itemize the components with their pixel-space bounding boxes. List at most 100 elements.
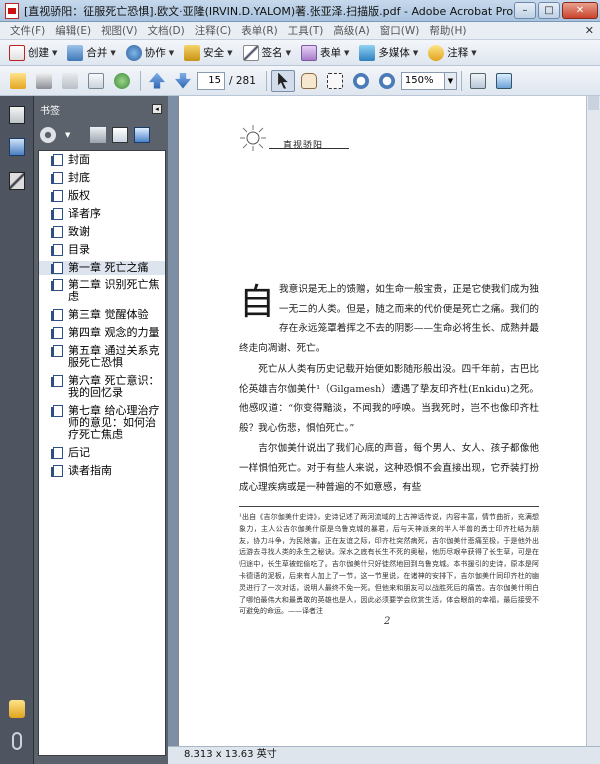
create-pdf-icon [9, 44, 25, 61]
bookmarks-title: 书签 [40, 105, 60, 117]
comments-panel-icon[interactable] [9, 700, 25, 718]
bookmark-item[interactable]: 第二章 识别死亡焦虑 [39, 278, 165, 304]
document-view[interactable]: 直视骄阳 自 我意识是无上的馈赠，如生命一般宝贵，正是它使我们成为独一无二的人类… [168, 96, 600, 764]
bookmark-page-icon [51, 262, 63, 274]
menu-forms[interactable]: 表单(R) [241, 23, 278, 38]
bookmark-item[interactable]: 第四章 观念的力量 [39, 326, 165, 340]
footnote-rule [239, 506, 539, 507]
task-toolbar: 创建 ▼ 合并 ▼ 协作 ▼ 安全 ▼ 签名 ▼ 表单 ▼ 多媒体 ▼ 注释 ▼ [0, 40, 600, 66]
bookmark-item[interactable]: 第五章 通过关系克服死亡恐惧 [39, 344, 165, 370]
bookmarks-panel-icon[interactable] [9, 138, 25, 156]
collaborate-label: 协作 [144, 47, 166, 59]
attachments-paperclip-icon[interactable] [12, 732, 22, 750]
fit-page-icon [469, 72, 486, 89]
upload-button[interactable] [110, 70, 134, 92]
menu-view[interactable]: 视图(V) [101, 23, 137, 38]
signatures-panel-icon[interactable] [9, 172, 25, 190]
bookmark-item[interactable]: 版权 [39, 189, 165, 203]
bookmark-item[interactable]: 目录 [39, 243, 165, 257]
page-number-input[interactable]: 15 [197, 71, 225, 90]
email-button[interactable] [84, 70, 108, 92]
zoom-marquee-button[interactable] [323, 70, 347, 92]
full-screen-button[interactable] [492, 70, 516, 92]
forms-button[interactable]: 表单 ▼ [298, 42, 352, 64]
delete-bookmark-trash-icon[interactable] [90, 127, 107, 143]
document-close-icon[interactable]: ✕ [585, 24, 594, 37]
menu-file[interactable]: 文件(F) [10, 23, 45, 38]
secure-label: 安全 [203, 47, 225, 59]
combine-button[interactable]: 合并 ▼ [64, 42, 118, 64]
options-gear-icon[interactable] [40, 127, 56, 143]
hand-icon [300, 72, 317, 89]
page-total: / 281 [229, 74, 256, 87]
open-button[interactable] [6, 70, 30, 92]
multimedia-button[interactable]: 多媒体 ▼ [356, 42, 421, 64]
menu-edit[interactable]: 编辑(E) [55, 23, 91, 38]
menu-document[interactable]: 文档(D) [147, 23, 184, 38]
globe-icon [114, 72, 130, 89]
lock-icon [184, 44, 201, 61]
window-title: [直视骄阳：征服死亡恐惧].欧文·亚隆(IRVIN.D.YALOM)著.张亚泽.… [24, 4, 514, 18]
zoom-dropdown-chevron-icon[interactable]: ▼ [444, 71, 457, 90]
fit-page-button[interactable] [466, 70, 490, 92]
bookmark-item[interactable]: 第七章 给心理治疗师的意见：如何治疗死亡焦虑 [39, 404, 165, 442]
forms-icon [300, 44, 317, 61]
menu-help[interactable]: 帮助(H) [429, 23, 466, 38]
menu-comments[interactable]: 注释(C) [195, 23, 232, 38]
select-tool-button[interactable] [270, 69, 295, 92]
previous-page-button[interactable] [145, 70, 169, 92]
zoom-out-icon [352, 72, 369, 89]
pages-panel-icon[interactable] [9, 106, 25, 124]
bookmark-item[interactable]: 第三章 觉醒体验 [39, 308, 165, 322]
collapse-panel-button[interactable]: ◂ [152, 104, 162, 114]
menu-tools[interactable]: 工具(T) [288, 23, 324, 38]
bookmark-item[interactable]: 后记 [39, 446, 165, 460]
collaborate-button[interactable]: 协作 ▼ [123, 42, 177, 64]
combine-label: 合并 [86, 47, 108, 59]
zoom-in-button[interactable] [375, 70, 399, 92]
bookmark-item[interactable]: 读者指南 [39, 464, 165, 478]
bookmark-item[interactable]: 封底 [39, 171, 165, 185]
bookmark-page-icon [51, 279, 63, 291]
arrow-up-icon [149, 72, 165, 89]
bookmark-item[interactable]: 译者序 [39, 207, 165, 221]
menu-advanced[interactable]: 高级(A) [333, 23, 369, 38]
minimize-button[interactable]: – [514, 2, 536, 19]
sign-button[interactable]: 签名 ▼ [240, 42, 294, 64]
menu-window[interactable]: 窗口(W) [380, 23, 420, 38]
multimedia-label: 多媒体 [378, 47, 410, 59]
menu-bar: 文件(F) 编辑(E) 视图(V) 文档(D) 注释(C) 表单(R) 工具(T… [0, 22, 600, 40]
secure-button[interactable]: 安全 ▼ [181, 42, 235, 64]
comment-label: 注释 [447, 47, 469, 59]
create-button[interactable]: 创建 ▼ [6, 42, 60, 64]
save-button[interactable] [58, 70, 82, 92]
maximize-button[interactable]: □ [538, 2, 560, 19]
paragraph-2: 死亡从人类有历史记载开始便如影随形般出没。四千年前，古巴比伦英雄吉尔伽美什¹（G… [239, 364, 539, 434]
pdf-page: 直视骄阳 自 我意识是无上的馈赠，如生命一般宝贵，正是它使我们成为独一无二的人类… [178, 96, 586, 746]
bookmark-page-icon [51, 465, 63, 477]
status-bar: 8.313 x 13.63 英寸 [168, 746, 600, 764]
bookmark-item[interactable]: 封面 [39, 153, 165, 167]
forms-label: 表单 [319, 47, 341, 59]
zoom-out-button[interactable] [349, 70, 373, 92]
expand-bookmark-icon[interactable] [134, 127, 151, 143]
scrollbar-thumb[interactable] [588, 96, 599, 110]
vertical-scrollbar[interactable] [586, 96, 600, 746]
comment-button[interactable]: 注释 ▼ [425, 42, 479, 64]
toolbar-separator [265, 70, 267, 91]
zoom-level-input[interactable]: 150% [400, 71, 445, 90]
hand-tool-button[interactable] [297, 70, 321, 92]
next-page-button[interactable] [171, 70, 195, 92]
print-button[interactable] [32, 70, 56, 92]
drop-cap: 自 [239, 282, 276, 323]
close-button[interactable]: ✕ [562, 2, 598, 19]
bookmarks-toolbar: ▼ [34, 122, 168, 148]
pen-icon [242, 44, 259, 61]
chapter-header: 直视骄阳 [239, 124, 359, 154]
bookmark-item[interactable]: 致谢 [39, 225, 165, 239]
bookmark-item-selected[interactable]: 第一章 死亡之痛 [39, 261, 165, 275]
options-chevron-down-icon[interactable]: ▼ [65, 131, 70, 139]
new-bookmark-icon[interactable] [112, 127, 129, 143]
bookmark-item[interactable]: 第六章 死亡意识：我的回忆录 [39, 374, 165, 400]
acrobat-icon [5, 2, 19, 19]
